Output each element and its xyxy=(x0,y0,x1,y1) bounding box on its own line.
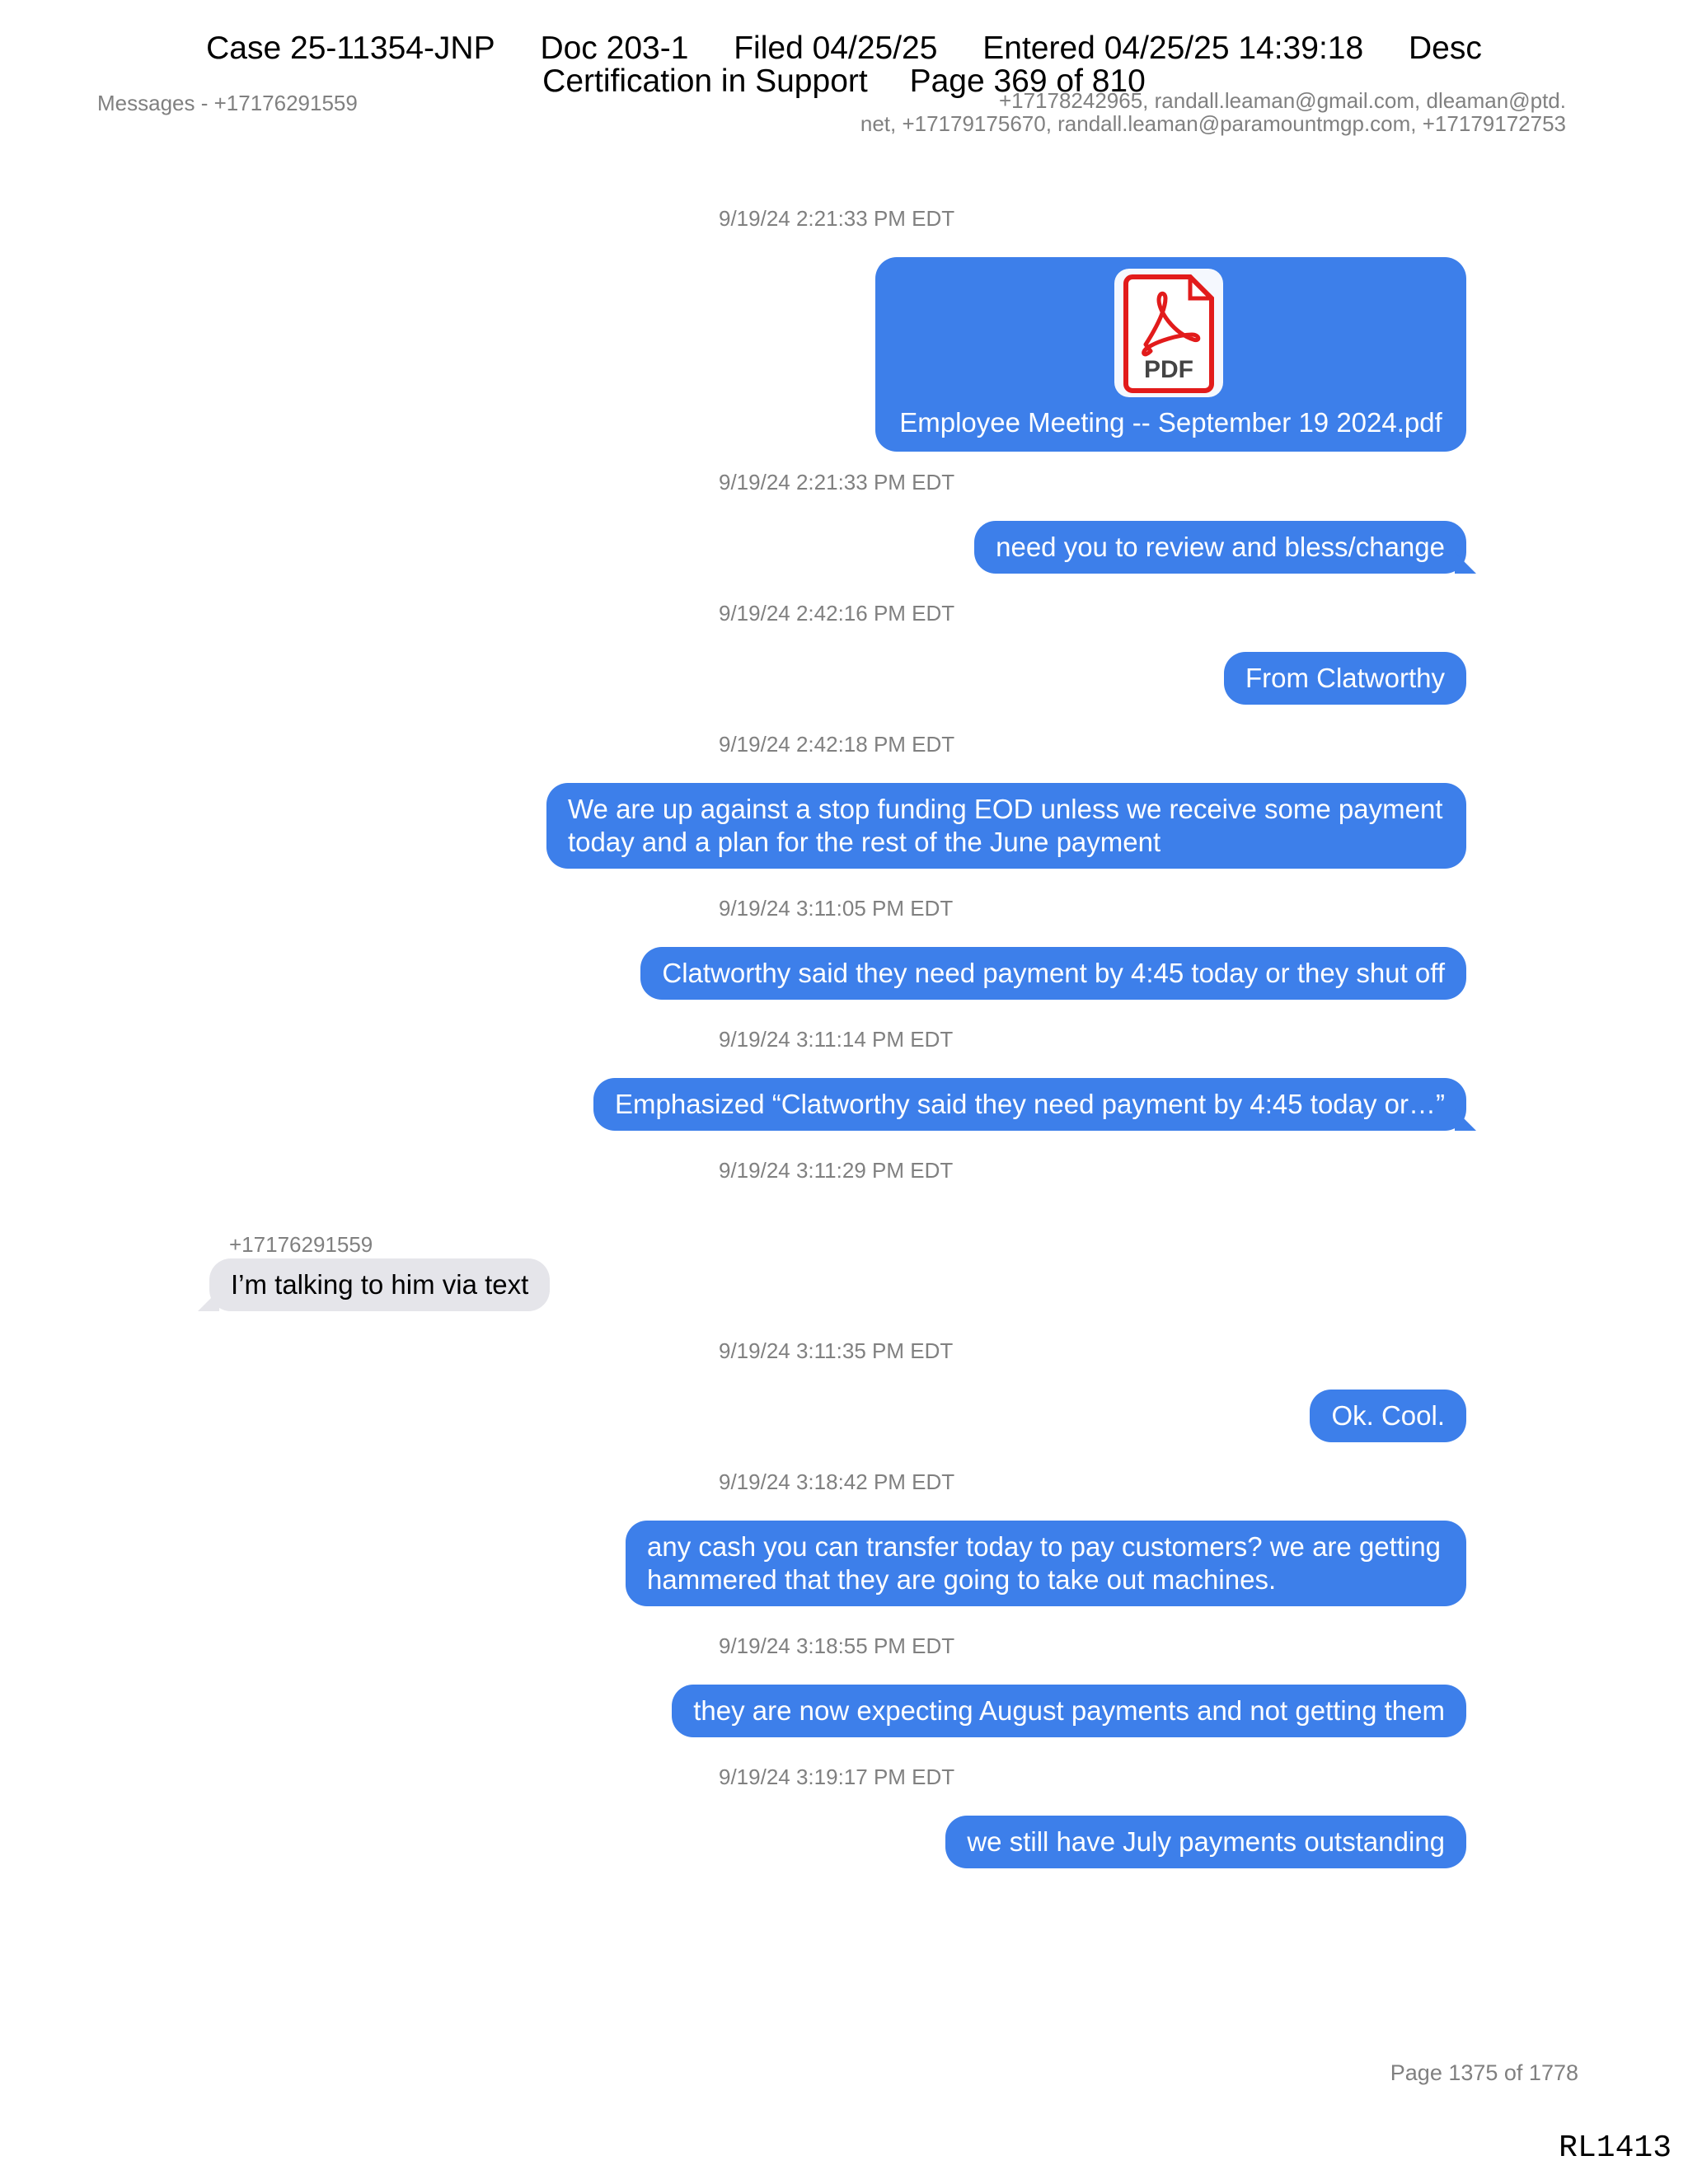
pdf-icon: PDF xyxy=(1114,269,1223,397)
message-timestamp: 9/19/24 3:11:29 PM EDT xyxy=(719,1158,954,1183)
thread-participants: +17178242965, randall.leaman@gmail.com, … xyxy=(824,89,1566,135)
sender-label: +17176291559 xyxy=(229,1232,373,1257)
participants-line-2: net, +17179175670, randall.leaman@paramo… xyxy=(860,111,1566,136)
outgoing-message-bubble: Clatworthy said they need payment by 4:4… xyxy=(640,947,1466,1000)
message-text: they are now expecting August payments a… xyxy=(693,1695,1445,1726)
attachment-filename: Employee Meeting -- September 19 2024.pd… xyxy=(899,407,1442,438)
pdf-attachment-bubble[interactable]: PDF Employee Meeting -- September 19 202… xyxy=(875,257,1466,452)
message-text-line-1: We are up against a stop funding EOD unl… xyxy=(568,794,1443,824)
document-description: Certification in Support xyxy=(542,63,868,99)
outgoing-message-bubble: Ok. Cool. xyxy=(1310,1390,1466,1442)
filed-date: Filed 04/25/25 xyxy=(734,30,938,66)
desc-label: Desc xyxy=(1409,30,1482,66)
message-text: Clatworthy said they need payment by 4:4… xyxy=(662,958,1445,988)
message-text-line-1: any cash you can transfer today to pay c… xyxy=(647,1531,1442,1562)
message-timestamp: 9/19/24 3:18:55 PM EDT xyxy=(719,1633,955,1658)
message-timestamp: 9/19/24 2:21:33 PM EDT xyxy=(719,470,955,494)
outgoing-message-bubble: We are up against a stop funding EOD unl… xyxy=(546,783,1466,869)
message-text: Emphasized “Clatworthy said they need pa… xyxy=(614,1089,1445,1119)
outgoing-message-bubble: From Clatworthy xyxy=(1223,652,1466,705)
bates-number: RL1413 xyxy=(1559,2130,1672,2166)
pdf-icon-label: PDF xyxy=(1144,356,1193,383)
message-timestamp: 9/19/24 2:42:18 PM EDT xyxy=(719,732,955,757)
message-timestamp: 9/19/24 3:11:14 PM EDT xyxy=(719,1027,954,1052)
message-timestamp: 9/19/24 3:11:35 PM EDT xyxy=(719,1338,954,1363)
message-timestamp: 9/19/24 2:42:16 PM EDT xyxy=(719,601,955,626)
outgoing-message-bubble: they are now expecting August payments a… xyxy=(672,1685,1466,1737)
outgoing-message-bubble: we still have July payments outstanding xyxy=(945,1816,1466,1868)
message-text-line-2: hammered that they are going to take out… xyxy=(647,1564,1277,1595)
incoming-message-bubble: I’m talking to him via text xyxy=(209,1258,551,1311)
message-timestamp: 9/19/24 3:18:42 PM EDT xyxy=(719,1469,955,1494)
doc-number: Doc 203-1 xyxy=(540,30,689,66)
case-number: Case 25-11354-JNP xyxy=(206,30,495,66)
export-page-number: Page 1375 of 1778 xyxy=(1390,2060,1578,2085)
message-text: Ok. Cool. xyxy=(1331,1400,1445,1431)
message-text: we still have July payments outstanding xyxy=(967,1826,1445,1857)
participants-line-1: +17178242965, randall.leaman@gmail.com, … xyxy=(998,88,1566,113)
message-timestamp: 9/19/24 3:19:17 PM EDT xyxy=(719,1765,955,1789)
case-header-line1: Case 25-11354-JNP Doc 203-1 Filed 04/25/… xyxy=(0,31,1688,66)
entered-date: Entered 04/25/25 14:39:18 xyxy=(982,30,1364,66)
message-text-line-2: today and a plan for the rest of the Jun… xyxy=(568,827,1161,857)
outgoing-message-bubble: any cash you can transfer today to pay c… xyxy=(626,1521,1466,1606)
message-timestamp: 9/19/24 3:11:05 PM EDT xyxy=(719,896,954,921)
message-text: I’m talking to him via text xyxy=(231,1269,529,1300)
message-text: From Clatworthy xyxy=(1245,663,1445,693)
message-text: need you to review and bless/change xyxy=(996,532,1445,562)
outgoing-message-bubble: Emphasized “Clatworthy said they need pa… xyxy=(593,1078,1466,1131)
thread-title: Messages - +17176291559 xyxy=(97,91,358,115)
outgoing-message-bubble: need you to review and bless/change xyxy=(974,521,1466,574)
message-timestamp: 9/19/24 2:21:33 PM EDT xyxy=(719,206,955,231)
